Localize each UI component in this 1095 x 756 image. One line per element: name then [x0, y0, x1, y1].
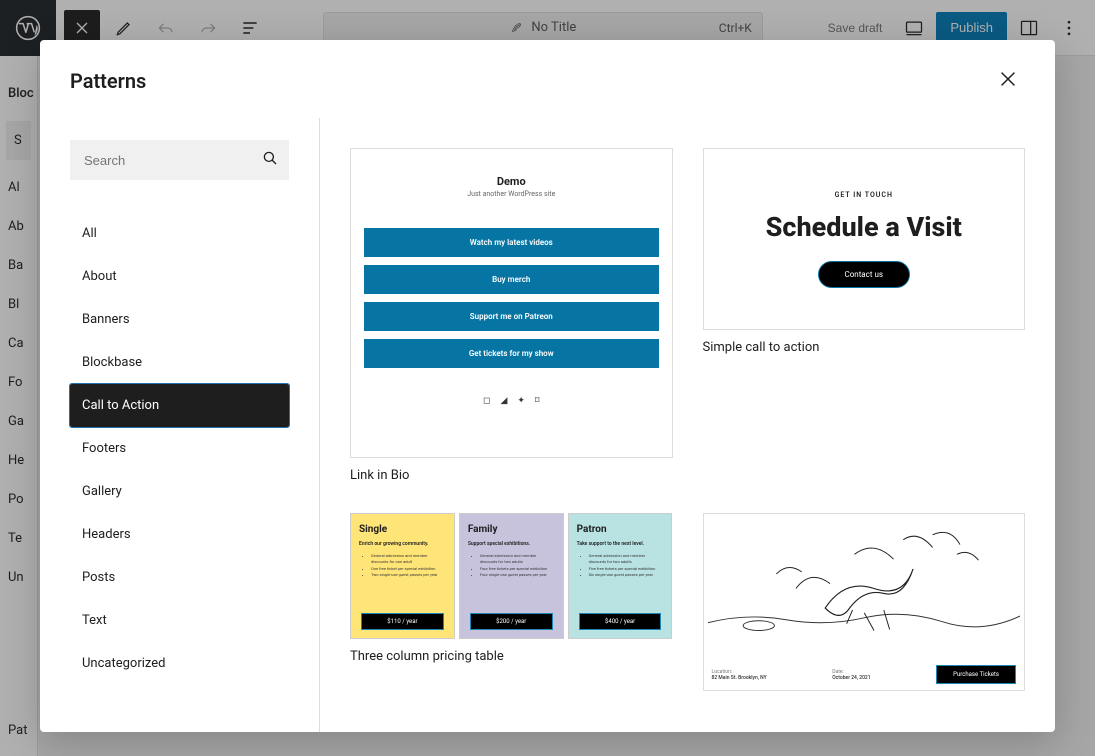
category-footers[interactable]: Footers — [70, 427, 289, 470]
instagram-icon: ◻ — [483, 396, 490, 406]
pattern-card-event[interactable]: Location: 82 Main St. Brooklyn, NY Date:… — [703, 513, 1026, 691]
category-gallery[interactable]: Gallery — [70, 470, 289, 513]
pattern-preview: Demo Just another WordPress site Watch m… — [350, 148, 673, 458]
pattern-card-link-in-bio[interactable]: Demo Just another WordPress site Watch m… — [350, 148, 673, 483]
pattern-preview: GET IN TOUCH Schedule a Visit Contact us — [703, 148, 1026, 330]
pattern-grid-area: Demo Just another WordPress site Watch m… — [320, 118, 1055, 732]
pricing-col-family: Family Support special exhibitions. Gene… — [459, 513, 564, 639]
pattern-preview: Location: 82 Main St. Brooklyn, NY Date:… — [703, 513, 1026, 691]
pattern-label: Simple call to action — [703, 340, 1026, 355]
preview-info-row: Location: 82 Main St. Brooklyn, NY Date:… — [708, 659, 1021, 686]
pattern-label: Three column pricing table — [350, 649, 673, 664]
preview-sketch-image — [708, 518, 1021, 659]
preview-button: Support me on Patreon — [364, 302, 659, 331]
category-call-to-action[interactable]: Call to Action — [70, 384, 289, 427]
category-banners[interactable]: Banners — [70, 298, 289, 341]
bandcamp-icon: ◢ — [500, 396, 507, 406]
preview-button: Watch my latest videos — [364, 228, 659, 257]
preview-headline: Schedule a Visit — [766, 211, 962, 243]
close-icon — [997, 68, 1019, 90]
pattern-card-simple-cta[interactable]: GET IN TOUCH Schedule a Visit Contact us… — [703, 148, 1026, 355]
pattern-preview: Single Enrich our growing community. Gen… — [350, 513, 673, 639]
pattern-search-wrap — [70, 140, 289, 180]
pattern-label: Link in Bio — [350, 468, 673, 483]
category-blockbase[interactable]: Blockbase — [70, 341, 289, 384]
pricing-col-single: Single Enrich our growing community. Gen… — [350, 513, 455, 639]
patterns-modal: Patterns All About Banners Blockbase Cal… — [40, 40, 1055, 732]
category-uncategorized[interactable]: Uncategorized — [70, 642, 289, 685]
preview-button: Get tickets for my show — [364, 339, 659, 368]
category-headers[interactable]: Headers — [70, 513, 289, 556]
pattern-card-pricing[interactable]: Single Enrich our growing community. Gen… — [350, 513, 673, 664]
pricing-col-patron: Patron Take support to the next level. G… — [568, 513, 673, 639]
category-posts[interactable]: Posts — [70, 556, 289, 599]
modal-close-button[interactable] — [991, 62, 1025, 99]
category-text[interactable]: Text — [70, 599, 289, 642]
preview-tagline: Just another WordPress site — [467, 190, 555, 198]
preview-eyebrow: GET IN TOUCH — [835, 191, 893, 199]
modal-body: All About Banners Blockbase Call to Acti… — [40, 118, 1055, 732]
pattern-search-input[interactable] — [70, 140, 289, 180]
twitter-icon: ✦ — [517, 396, 525, 406]
category-list: All About Banners Blockbase Call to Acti… — [70, 212, 289, 685]
modal-header: Patterns — [40, 40, 1055, 118]
preview-button: Buy merch — [364, 265, 659, 294]
preview-social-icons: ◻ ◢ ✦ ⌑ — [483, 396, 540, 406]
preview-button: Purchase Tickets — [936, 665, 1016, 684]
twitch-icon: ⌑ — [535, 396, 540, 406]
preview-button: Contact us — [818, 261, 910, 288]
preview-site-title: Demo — [497, 175, 526, 188]
modal-sidebar: All About Banners Blockbase Call to Acti… — [40, 118, 320, 732]
category-all[interactable]: All — [70, 212, 289, 255]
category-about[interactable]: About — [70, 255, 289, 298]
modal-title: Patterns — [70, 69, 146, 93]
